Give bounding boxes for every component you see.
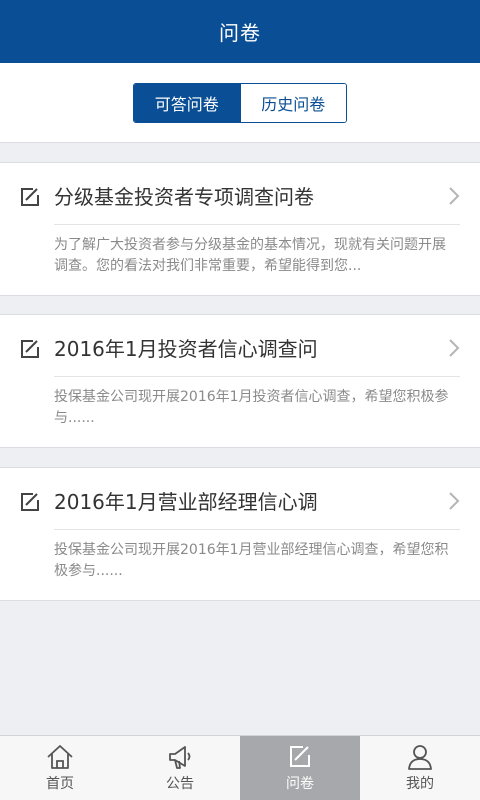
tab-label: 首页 — [46, 776, 74, 792]
tab-surveys[interactable]: 问卷 — [240, 736, 360, 800]
tab-home[interactable]: 首页 — [0, 736, 120, 800]
tab-label: 问卷 — [286, 776, 314, 792]
edit-note-icon — [21, 493, 39, 511]
card-divider — [54, 376, 460, 377]
survey-description: 投保基金公司现开展2016年1月营业部经理信心调查，希望您积极参与...... — [54, 542, 449, 579]
tab-profile[interactable]: 我的 — [360, 736, 480, 800]
edit-note-icon — [21, 188, 39, 206]
page-title: 问卷 — [219, 21, 261, 45]
survey-description: 投保基金公司现开展2016年1月投资者信心调查，希望您积极参与...... — [54, 389, 449, 426]
tab-answerable-surveys[interactable]: 可答问卷 — [134, 84, 240, 122]
tab-label: 公告 — [166, 776, 194, 792]
chevron-right-icon — [449, 339, 460, 357]
card-divider — [54, 529, 460, 530]
tab-history-surveys[interactable]: 历史问卷 — [239, 84, 346, 122]
tab-announcements[interactable]: 公告 — [120, 736, 240, 800]
chevron-right-icon — [449, 187, 460, 205]
edit-note-icon — [21, 340, 39, 358]
survey-title: 分级基金投资者专项调查问卷 — [54, 185, 314, 209]
segment-control: 可答问卷 历史问卷 — [133, 83, 347, 123]
card-divider — [54, 224, 460, 225]
survey-title: 2016年1月投资者信心调查问 — [54, 337, 318, 361]
tab-label: 我的 — [406, 776, 434, 792]
survey-card[interactable]: 2016年1月营业部经理信心调 投保基金公司现开展2016年1月营业部经理信心调… — [0, 467, 480, 601]
bottom-tab-bar: 首页 公告 问卷 我的 — [0, 735, 480, 800]
top-header: 问卷 — [0, 0, 480, 63]
user-icon — [408, 745, 432, 770]
home-icon — [47, 745, 73, 769]
survey-description: 为了解广大投资者参与分级基金的基本情况，现就有关问题开展调查。您的看法对我们非常… — [54, 237, 446, 274]
chevron-right-icon — [449, 492, 460, 510]
megaphone-icon — [169, 746, 191, 769]
survey-card[interactable]: 分级基金投资者专项调查问卷 为了解广大投资者参与分级基金的基本情况，现就有关问题… — [0, 162, 480, 296]
segment-bar: 可答问卷 历史问卷 — [0, 63, 480, 143]
survey-title: 2016年1月营业部经理信心调 — [54, 490, 318, 514]
survey-icon — [290, 746, 310, 767]
survey-card[interactable]: 2016年1月投资者信心调查问 投保基金公司现开展2016年1月投资者信心调查，… — [0, 314, 480, 448]
